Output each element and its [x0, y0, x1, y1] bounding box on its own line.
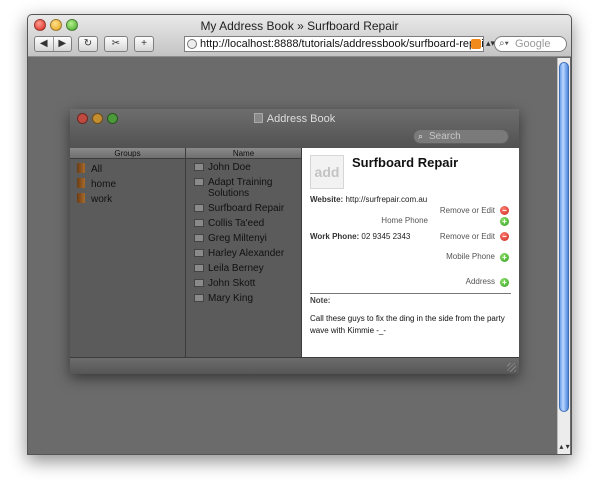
address-book-titlebar: Address Book ⌕ Search	[70, 109, 519, 148]
home-phone-label: Home Phone	[381, 216, 428, 225]
contact-name: Greg Miltenyi	[208, 233, 267, 244]
contact-search-placeholder: Search	[429, 131, 461, 142]
mobile-phone-label: Mobile Phone	[446, 252, 495, 261]
contact-name: Leila Berney	[208, 263, 264, 274]
contact-card-icon	[194, 219, 204, 227]
work-phone-row: Work Phone: 02 9345 2343	[310, 232, 410, 241]
address-book-bottom-bar	[70, 357, 519, 374]
contact-search-input[interactable]: ⌕ Search	[413, 129, 509, 144]
contact-name: Harley Alexander	[208, 248, 285, 259]
note-divider	[310, 293, 511, 294]
work-phone-label: Work Phone:	[310, 232, 360, 241]
url-text: http://localhost:8888/tutorials/addressb…	[200, 38, 484, 50]
scroll-arrows-icon[interactable]: ▴ ▾	[558, 442, 571, 452]
rss-icon[interactable]	[471, 39, 481, 49]
contact-card-icon	[194, 178, 204, 186]
vertical-scrollbar[interactable]: ▴ ▾	[557, 58, 570, 454]
contact-list-item[interactable]: John Skott	[186, 276, 301, 291]
back-forward-buttons: ◀ ▶	[34, 36, 72, 52]
group-label: All	[91, 164, 103, 175]
address-book-title-text: Address Book	[266, 113, 336, 125]
contact-name: Surfboard Repair	[208, 203, 285, 214]
add-address-icon[interactable]: +	[500, 278, 509, 287]
contact-title: Surfboard Repair	[352, 155, 459, 170]
group-item-all[interactable]: All	[70, 162, 185, 177]
contact-list-item[interactable]: Mary King	[186, 291, 301, 306]
scroll-thumb[interactable]	[559, 62, 569, 412]
group-item-work[interactable]: work	[70, 192, 185, 207]
contact-card-icon	[194, 204, 204, 212]
contact-card-icon	[194, 163, 204, 171]
browser-toolbar: My Address Book » Surfboard Repair ◀ ▶ ↻…	[28, 15, 571, 57]
website-label: Website:	[310, 195, 344, 204]
globe-icon	[187, 39, 197, 49]
add-field-icon[interactable]: +	[500, 217, 509, 226]
contact-card-icon	[194, 294, 204, 302]
address-book-icon	[77, 193, 85, 203]
reload-button[interactable]: ↻	[78, 36, 98, 52]
note-text[interactable]: Call these guys to fix the ding in the s…	[310, 313, 515, 337]
contact-card-icon	[194, 279, 204, 287]
note-label: Note:	[310, 296, 331, 305]
contact-name: John Skott	[208, 278, 256, 289]
group-label: work	[91, 194, 113, 205]
groups-column: Groups All home work	[70, 148, 186, 357]
group-label: home	[91, 179, 117, 190]
contact-list-item[interactable]: Adapt Training Solutions	[186, 175, 301, 201]
resize-grip-icon[interactable]	[507, 363, 516, 372]
contact-list-item[interactable]: Leila Berney	[186, 261, 301, 276]
contact-list-item[interactable]: Surfboard Repair	[186, 201, 301, 216]
contact-list-item[interactable]: Collis Ta'eed	[186, 216, 301, 231]
contact-list-item[interactable]: Greg Miltenyi	[186, 231, 301, 246]
address-book-icon	[77, 178, 85, 188]
remove-or-edit-website[interactable]: Remove or Edit	[440, 206, 495, 215]
address-label: Address	[465, 277, 495, 286]
contact-list-item[interactable]: John Doe	[186, 160, 301, 175]
contact-name: Adapt Training Solutions	[208, 177, 273, 199]
work-phone-value: 02 9345 2343	[361, 232, 411, 241]
search-icon: ⌕	[418, 131, 424, 141]
web-search-placeholder: Google	[515, 38, 551, 50]
contact-name: Mary King	[208, 293, 254, 304]
contact-list-item[interactable]: Harley Alexander	[186, 246, 301, 261]
add-photo-button[interactable]: add	[310, 155, 344, 189]
document-icon	[253, 113, 263, 123]
web-search-input[interactable]: ⌕▾ Google	[494, 36, 567, 52]
address-book-title: Address Book	[70, 113, 519, 125]
contact-name: John Doe	[208, 162, 251, 173]
snapshot-button[interactable]: ✂	[104, 36, 128, 52]
website-row: Website: http://surfrepair.com.au	[310, 195, 427, 204]
window-title: My Address Book » Surfboard Repair	[200, 19, 399, 33]
website-value[interactable]: http://surfrepair.com.au	[345, 195, 427, 204]
contact-name: Collis Ta'eed	[208, 218, 265, 229]
contact-detail-pane: add Surfboard Repair Website: http://sur…	[302, 148, 519, 357]
back-button[interactable]: ◀	[35, 37, 53, 51]
groups-header: Groups	[70, 148, 185, 159]
address-book-panel: Address Book ⌕ Search Groups All home wo…	[70, 109, 519, 374]
search-icon: ⌕▾	[499, 38, 509, 49]
contact-card-icon	[194, 249, 204, 257]
remove-website-icon[interactable]: −	[500, 206, 509, 215]
remove-work-phone-icon[interactable]: −	[500, 232, 509, 241]
group-item-home[interactable]: home	[70, 177, 185, 192]
forward-button[interactable]: ▶	[52, 37, 72, 51]
add-mobile-phone-icon[interactable]: +	[500, 253, 509, 262]
names-column: Name John Doe Adapt Training Solutions S…	[186, 148, 302, 357]
address-book-icon	[77, 163, 85, 173]
contact-card-icon	[194, 234, 204, 242]
names-header: Name	[186, 148, 301, 159]
contact-card-icon	[194, 264, 204, 272]
add-bookmark-button[interactable]: +	[134, 36, 154, 52]
remove-or-edit-work-phone[interactable]: Remove or Edit	[440, 232, 495, 241]
address-bar[interactable]: http://localhost:8888/tutorials/addressb…	[184, 36, 484, 52]
